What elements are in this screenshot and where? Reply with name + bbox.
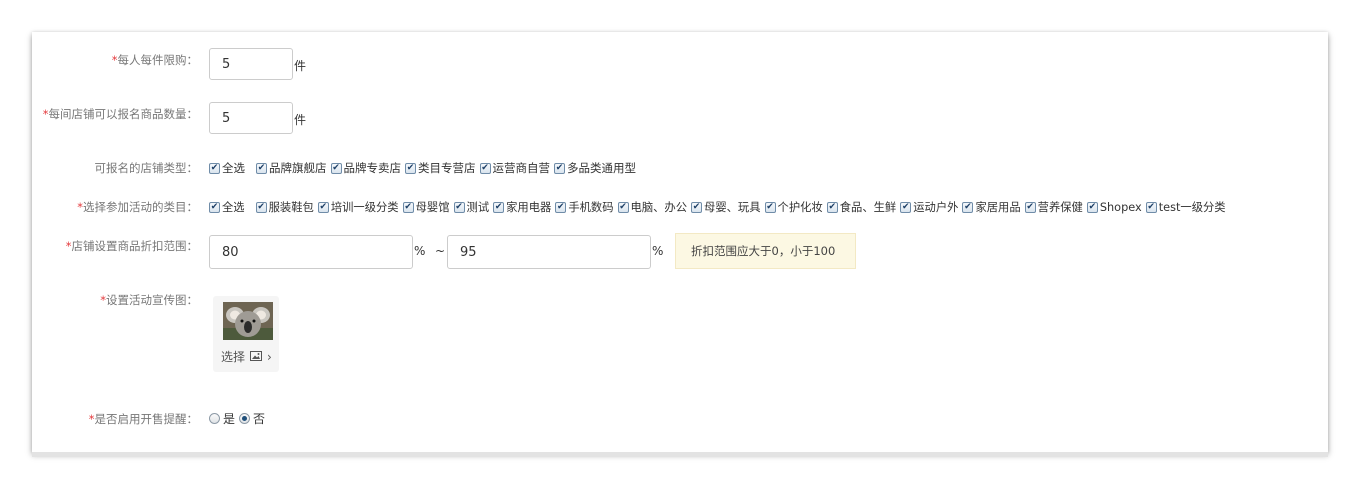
store-types-label: 可报名的店铺类型： [94,161,199,175]
checkbox-label: 培训一级分类 [330,201,399,214]
radio-label-yes: 是 [223,412,236,426]
checkbox-category[interactable]: ✔ [617,201,629,213]
discount-range-label: *店铺设置商品折扣范围： [65,239,198,253]
categories-group: ✔ 全选 ✔ 服装鞋包 ✔ 培训一级分类 ✔ 母婴馆 ✔ 测试 ✔ 家用电器 ✔ 手机数码 ✔… [209,199,1226,215]
checkbox-label: 全选 [222,161,245,175]
checkbox-label: 品牌旗舰店 [269,161,327,175]
checkbox-label: 服装鞋包 [268,201,314,214]
image-icon [250,350,263,364]
checkbox-label: test一级分类 [1158,201,1226,214]
store-goods-unit: 件 [294,113,307,127]
checkbox-label: 食品、生鲜 [839,201,897,214]
checkbox-category[interactable]: ✔ [764,201,776,213]
checkbox-category[interactable]: ✔ [255,201,267,213]
promo-image-thumbnail [223,302,273,340]
discount-max-unit: % [652,244,664,258]
checkbox-label: 家用电器 [506,201,552,214]
checkbox-label: 个护化妆 [777,201,823,214]
discount-hint: 折扣范围应大于0，小于100 [675,233,856,269]
checkbox-category[interactable]: ✔ [317,201,329,213]
checkbox-category[interactable]: ✔ [453,201,465,213]
checkbox-label: 母婴、玩具 [704,201,761,214]
checkbox-store-type[interactable]: ✔ [479,162,491,174]
chevron-right-icon: › [267,349,272,364]
select-label: 选择 [221,350,246,364]
panel-bottom-strip [32,452,1328,457]
select-image-button[interactable]: 选择 › [221,348,272,365]
promo-image-uploader[interactable]: 选择 › [213,296,279,372]
checkbox-label: 母婴馆 [415,201,450,214]
checkbox-category[interactable]: ✔ [402,201,414,213]
store-goods-count-label: *每间店铺可以报名商品数量： [42,107,198,121]
checkbox-label: 多品类通用型 [567,161,636,175]
checkbox-label: 全选 [222,201,245,214]
checkbox-store-type[interactable]: ✔ [256,162,267,174]
checkbox-store-type[interactable]: ✔ [554,162,565,174]
checkbox-label: 品牌专卖店 [343,161,402,175]
discount-max-input[interactable] [447,235,651,269]
discount-min-unit: % [414,244,426,258]
discount-min-input[interactable] [209,235,413,269]
checkbox-category[interactable]: ✔ [1024,201,1036,213]
checkbox-label: 测试 [466,201,490,214]
checkbox-label: 营养保健 [1037,201,1083,214]
presale-reminder-label: *是否启用开售提醒： [88,412,198,426]
checkbox-store-type[interactable]: ✔ [405,162,416,174]
radio-label-no: 否 [253,412,266,426]
checkbox-category[interactable]: ✔ [493,201,505,213]
checkbox-category[interactable]: ✔ [1145,201,1157,213]
radio-yes[interactable] [209,413,220,424]
checkbox-category[interactable]: ✔ [691,201,703,213]
checkbox-category[interactable]: ✔ [826,201,838,213]
limit-per-person-input[interactable] [209,48,293,80]
categories-label: *选择参加活动的类目： [77,200,198,214]
range-separator: ~ [435,244,446,258]
checkbox-label: 电脑、办公 [630,201,688,214]
store-goods-count-input[interactable] [209,102,293,134]
checkbox-label: 手机数码 [568,201,614,214]
limit-per-person-label: *每人每件限购： [111,53,198,67]
checkbox-category[interactable]: ✔ [1086,201,1098,213]
store-types-group: ✔ 全选 ✔ 品牌旗舰店 ✔ 品牌专卖店 ✔ 类目专营店 ✔ 运营商自营 ✔ 多品类通用型 [209,160,640,176]
checkbox-label: 类目专营店 [418,161,476,175]
checkbox-category[interactable]: ✔ [962,201,974,213]
checkbox-category[interactable]: ✔ [900,201,912,213]
presale-reminder-group: 是 否 [209,410,265,427]
checkbox-label: 运营商自营 [492,161,551,175]
checkbox-store-type[interactable]: ✔ [330,162,342,174]
checkbox-category[interactable]: ✔ [555,201,567,213]
checkbox-label: 运动户外 [913,201,959,214]
promo-image-label: *设置活动宣传图： [100,293,198,307]
radio-no[interactable] [239,413,251,424]
checkbox-select-all[interactable]: ✔ [209,162,220,174]
limit-unit: 件 [294,59,307,73]
checkbox-label: 家居用品 [975,201,1021,214]
checkbox-select-all[interactable]: ✔ [209,201,220,213]
checkbox-label: Shopex [1099,200,1142,214]
